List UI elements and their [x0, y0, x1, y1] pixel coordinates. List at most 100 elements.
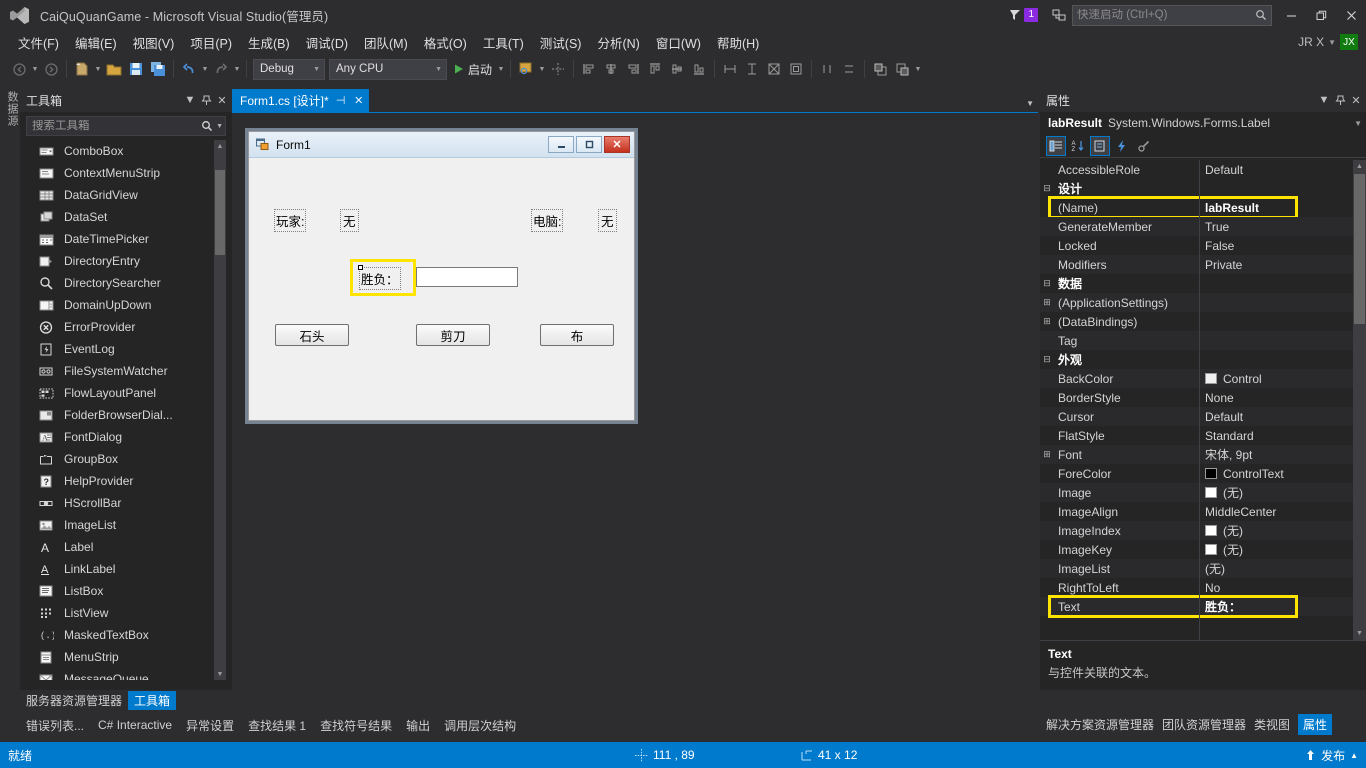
tab-output[interactable]: 输出 — [400, 716, 436, 735]
property-value[interactable]: Control — [1199, 372, 1366, 386]
align-lefts-icon[interactable] — [578, 58, 600, 80]
property-value[interactable]: (无) — [1199, 484, 1366, 501]
menu-format[interactable]: 格式(O) — [416, 31, 475, 54]
minimize-icon[interactable] — [1276, 0, 1306, 30]
notification-icon[interactable] — [1046, 2, 1072, 28]
properties-grid[interactable]: AccessibleRole Default ⊟ 设计 (Name) labResult G… — [1040, 160, 1366, 640]
property-row[interactable]: Text 胜负： — [1040, 597, 1366, 616]
undo-dropdown-icon[interactable]: ▼ — [200, 58, 210, 80]
button-scissors[interactable]: 剪刀 — [416, 324, 490, 346]
new-project-dropdown-icon[interactable]: ▼ — [93, 58, 103, 80]
new-project-icon[interactable] — [71, 58, 93, 80]
property-row[interactable]: BorderStyle None — [1040, 388, 1366, 407]
chevron-down-icon[interactable]: ▼ — [1328, 38, 1336, 47]
chevron-down-icon[interactable]: ▼ — [1354, 119, 1362, 128]
property-row[interactable]: ForeColor ControlText — [1040, 464, 1366, 483]
property-value[interactable]: labResult — [1199, 201, 1366, 215]
expander-collapse-icon[interactable]: ⊟ — [1040, 278, 1054, 289]
scroll-up-arrow-icon[interactable]: ▲ — [1353, 160, 1366, 173]
tab-form1-designer[interactable]: Form1.cs [设计]* ⊣ ✕ — [232, 89, 369, 112]
toolbox-item[interactable]: MessageQueue — [26, 668, 221, 680]
toolbox-item[interactable]: ListBox — [26, 580, 221, 602]
property-row[interactable]: FlatStyle Standard — [1040, 426, 1366, 445]
scroll-up-arrow-icon[interactable]: ▲ — [214, 140, 226, 152]
tab-find-symbol-results[interactable]: 查找符号结果 — [314, 716, 398, 735]
property-value[interactable]: ControlText — [1199, 467, 1366, 481]
events-view-icon[interactable] — [1112, 136, 1132, 156]
toolbox-item[interactable]: A LinkLabel — [26, 558, 221, 580]
property-row[interactable]: Cursor Default — [1040, 407, 1366, 426]
tab-csharp-interactive[interactable]: C# Interactive — [92, 717, 178, 733]
tab-exception-settings[interactable]: 异常设置 — [180, 716, 240, 735]
close-icon[interactable]: ✕ — [604, 136, 630, 153]
property-category-row[interactable]: ⊟ 外观 — [1040, 350, 1366, 369]
menu-edit[interactable]: 编辑(E) — [67, 31, 125, 54]
tab-call-hierarchy[interactable]: 调用层次结构 — [438, 716, 522, 735]
toolbox-item[interactable]: HScrollBar — [26, 492, 221, 514]
account-area[interactable]: JR X ▼ JX — [1298, 30, 1362, 54]
undo-icon[interactable] — [178, 58, 200, 80]
redo-dropdown-icon[interactable]: ▼ — [232, 58, 242, 80]
expander-expand-icon[interactable]: ⊞ — [1040, 316, 1054, 327]
toolbox-search-input[interactable] — [32, 120, 202, 132]
menu-file[interactable]: 文件(F) — [10, 31, 67, 54]
data-sources-vertical-tab[interactable]: 数据源 — [0, 85, 20, 690]
align-tops-icon[interactable] — [644, 58, 666, 80]
menu-team[interactable]: 团队(M) — [356, 31, 416, 54]
vert-spacing-icon[interactable] — [838, 58, 860, 80]
alphabetical-view-icon[interactable]: AZ — [1068, 136, 1088, 156]
search-icon[interactable] — [201, 120, 213, 132]
tab-toolbox[interactable]: 工具箱 — [128, 690, 177, 710]
scrollbar-thumb[interactable] — [1354, 174, 1365, 324]
property-row[interactable]: GenerateMember True — [1040, 217, 1366, 236]
tab-find-results-1[interactable]: 查找结果 1 — [242, 716, 312, 735]
button-rock[interactable]: 石头 — [275, 324, 349, 346]
toolbox-scrollbar[interactable]: ▲ ▼ — [214, 140, 226, 680]
toolbox-item[interactable]: DirectoryEntry — [26, 250, 221, 272]
button-paper[interactable]: 布 — [540, 324, 614, 346]
property-row[interactable]: Modifiers Private — [1040, 255, 1366, 274]
property-row[interactable]: Locked False — [1040, 236, 1366, 255]
chevron-down-icon[interactable]: ▼ — [1026, 99, 1034, 108]
redo-icon[interactable] — [210, 58, 232, 80]
property-value[interactable]: 胜负： — [1199, 598, 1366, 615]
label-player[interactable]: 玩家: — [273, 209, 307, 232]
properties-view-icon[interactable] — [1090, 135, 1110, 156]
start-debug-button[interactable]: 启动 — [449, 61, 496, 78]
property-row[interactable]: AccessibleRole Default — [1040, 160, 1366, 179]
expander-collapse-icon[interactable]: ⊟ — [1040, 183, 1054, 194]
toolbox-item[interactable]: ImageList — [26, 514, 221, 536]
pin-icon[interactable] — [1332, 90, 1348, 110]
property-category-row[interactable]: ⊟ 设计 — [1040, 179, 1366, 198]
property-row[interactable]: Image (无) — [1040, 483, 1366, 502]
toolbox-item[interactable]: FileSystemWatcher — [26, 360, 221, 382]
toolbox-item-list[interactable]: ComboBox ContextMenuStrip DataGridView Data… — [26, 140, 221, 680]
property-value[interactable]: Default — [1199, 163, 1366, 177]
close-icon[interactable]: ✕ — [1348, 90, 1364, 110]
toolbar-overflow-icon[interactable]: ▼ — [913, 58, 923, 80]
property-value[interactable]: Default — [1199, 410, 1366, 424]
toolbox-item[interactable]: ? HelpProvider — [26, 470, 221, 492]
toolbox-item[interactable]: DirectorySearcher — [26, 272, 221, 294]
menu-test[interactable]: 测试(S) — [532, 31, 590, 54]
property-value[interactable]: Private — [1199, 258, 1366, 272]
toolbox-item[interactable]: DomainUpDown — [26, 294, 221, 316]
properties-scrollbar[interactable]: ▲ ▼ — [1353, 160, 1366, 640]
property-value[interactable]: (无) — [1199, 560, 1366, 577]
pin-icon[interactable]: ⊣ — [335, 94, 347, 107]
toolbox-item[interactable]: FlowLayoutPanel — [26, 382, 221, 404]
chevron-down-icon[interactable]: ▼ — [216, 123, 223, 130]
toolbox-item[interactable]: ComboBox — [26, 140, 221, 162]
property-row[interactable]: BackColor Control — [1040, 369, 1366, 388]
toolbox-item[interactable]: (.). MaskedTextBox — [26, 624, 221, 646]
toolbox-item[interactable]: ErrorProvider — [26, 316, 221, 338]
make-same-height-icon[interactable] — [741, 58, 763, 80]
minimize-icon[interactable] — [548, 136, 574, 153]
align-rights-icon[interactable] — [622, 58, 644, 80]
feedback-button[interactable]: 1 — [1008, 8, 1038, 22]
expander-expand-icon[interactable]: ⊞ — [1040, 297, 1054, 308]
chevron-down-icon[interactable]: ▼ — [182, 90, 198, 110]
expander-collapse-icon[interactable]: ⊟ — [1040, 354, 1054, 365]
property-value[interactable]: 宋体, 9pt — [1199, 446, 1366, 463]
align-centers-icon[interactable] — [600, 58, 622, 80]
